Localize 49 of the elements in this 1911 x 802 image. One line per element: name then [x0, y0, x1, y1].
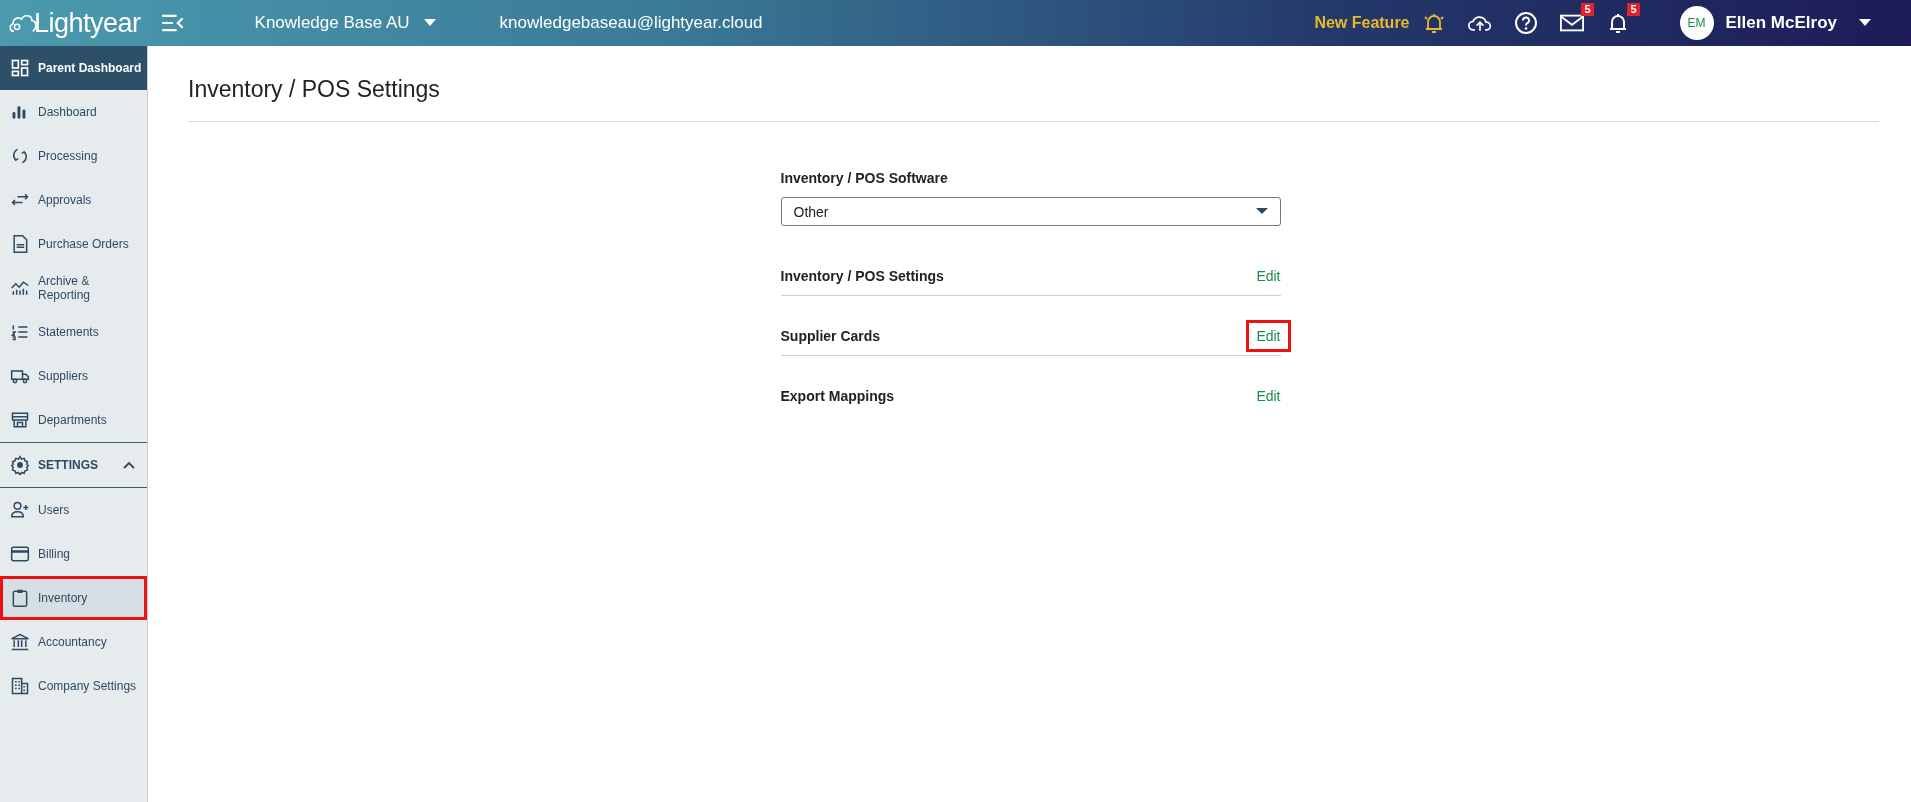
field-label: Inventory / POS Software: [780, 170, 949, 186]
caret-icon: [423, 19, 436, 27]
sidebar-item[interactable]: Suppliers: [0, 354, 147, 398]
edit-link[interactable]: Edit: [1248, 322, 1289, 350]
settings-section-toggle[interactable]: SETTINGS: [0, 442, 147, 488]
account-email: knowledgebaseau@lightyear.cloud: [499, 13, 763, 33]
notification-count-badge: 5: [1627, 3, 1640, 16]
sidebar-item[interactable]: Users: [0, 488, 147, 532]
storefront-icon: [10, 410, 30, 430]
setting-label: Export Mappings: [780, 388, 895, 404]
dropdown-caret-icon: [1255, 208, 1268, 215]
building-icon: [10, 676, 30, 696]
help-icon[interactable]: [1513, 11, 1538, 35]
setting-label: Inventory / POS Settings: [780, 268, 944, 284]
sidebar-item[interactable]: Inventory: [0, 576, 147, 620]
add-user-icon: [10, 500, 30, 520]
software-dropdown[interactable]: Other: [780, 197, 1281, 226]
sidebar-item[interactable]: Purchase Orders: [0, 222, 147, 266]
numbered-list-icon: [10, 322, 30, 342]
clipboard-icon: [10, 588, 30, 608]
parent-dashboard-button[interactable]: Parent Dashboard: [0, 46, 147, 90]
caret-icon: [1859, 19, 1871, 27]
sidebar-item[interactable]: Processing: [0, 134, 147, 178]
chevron-icon: [123, 461, 135, 469]
credit-card-icon: [10, 544, 30, 564]
sidebar-item[interactable]: Accountancy: [0, 620, 147, 664]
sidebar-item[interactable]: Statements: [0, 310, 147, 354]
refresh-icon: [10, 146, 30, 166]
sidebar-item[interactable]: Approvals: [0, 178, 147, 222]
edit-link[interactable]: Edit: [1248, 382, 1289, 410]
bank-icon: [10, 632, 30, 652]
sidebar-item[interactable]: Archive & Reporting: [0, 266, 147, 310]
sidebar-item[interactable]: Company Settings: [0, 664, 147, 708]
edit-link[interactable]: Edit: [1248, 262, 1289, 290]
line-chart-icon: [10, 278, 30, 298]
sidebar-item[interactable]: Billing: [0, 532, 147, 576]
company-dropdown[interactable]: Knowledge Base AU: [254, 13, 436, 33]
user-avatar[interactable]: EM: [1679, 6, 1714, 40]
page-title: Inventory / POS Settings: [188, 76, 441, 103]
new-feature-link[interactable]: New Feature: [1314, 14, 1410, 32]
document-icon: [10, 234, 30, 254]
dashboard-grid-icon: [10, 58, 30, 78]
settings-icon: [10, 455, 30, 475]
sidebar-item[interactable]: Departments: [0, 398, 147, 442]
setting-label: Supplier Cards: [780, 328, 881, 344]
user-menu[interactable]: Ellen McElroy: [1725, 13, 1871, 33]
sidebar-item[interactable]: Dashboard: [0, 90, 147, 134]
unread-count-badge: 5: [1581, 3, 1594, 16]
bell-icon[interactable]: [1421, 11, 1446, 35]
